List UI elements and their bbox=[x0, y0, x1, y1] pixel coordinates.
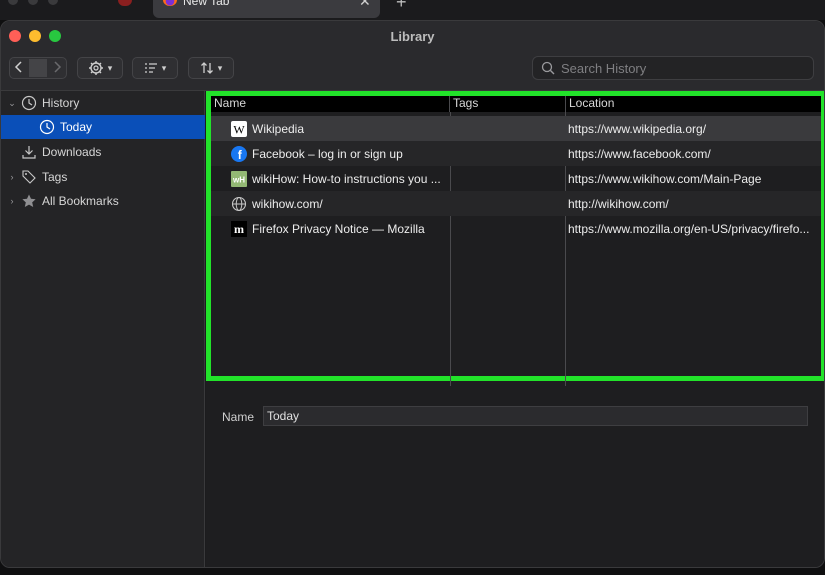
details-pane: Name bbox=[206, 406, 824, 436]
row-name: Wikipedia bbox=[252, 121, 305, 136]
row-name: Facebook – log in or sign up bbox=[252, 146, 403, 161]
clock-icon bbox=[39, 119, 55, 135]
sidebar-item-label: Downloads bbox=[42, 145, 102, 159]
table-row[interactable]: f Facebook – log in or sign up https://w… bbox=[211, 141, 821, 166]
titlebar: Library ▾ ▾ ▾ Search History bbox=[1, 21, 824, 91]
forward-button[interactable] bbox=[47, 60, 66, 76]
sidebar: ⌄ History Today Downloads › Tags › All B… bbox=[1, 91, 205, 567]
divider bbox=[28, 59, 48, 77]
svg-text:m: m bbox=[234, 222, 244, 236]
star-icon bbox=[21, 193, 37, 209]
row-location: https://www.wikihow.com/Main-Page bbox=[568, 171, 762, 186]
gear-icon bbox=[88, 61, 103, 75]
back-button[interactable] bbox=[10, 60, 29, 76]
row-location: http://wikihow.com/ bbox=[568, 196, 669, 211]
firefox-icon bbox=[163, 0, 177, 6]
chevron-down-icon: ▾ bbox=[161, 62, 167, 73]
disclosure-open-icon[interactable]: ⌄ bbox=[7, 98, 17, 109]
chevron-down-icon: ▾ bbox=[217, 62, 223, 73]
table-row[interactable]: W Wikipedia https://www.wikipedia.org/ bbox=[211, 116, 821, 141]
table-row[interactable]: wikihow.com/ http://wikihow.com/ bbox=[211, 191, 821, 216]
wikihow-favicon: wH bbox=[231, 170, 247, 187]
window-control-ghost bbox=[8, 0, 18, 5]
svg-text:W: W bbox=[233, 122, 245, 136]
sidebar-item-tags[interactable]: › Tags bbox=[1, 165, 205, 189]
column-header-location[interactable]: Location bbox=[566, 96, 821, 112]
import-backup-button[interactable]: ▾ bbox=[188, 57, 234, 79]
table-row[interactable]: m Firefox Privacy Notice — Mozilla https… bbox=[211, 216, 821, 241]
sidebar-item-downloads[interactable]: Downloads bbox=[1, 140, 205, 164]
organize-button[interactable]: ▾ bbox=[77, 57, 123, 79]
row-name: wikihow.com/ bbox=[252, 196, 323, 211]
name-field[interactable] bbox=[263, 406, 808, 426]
content-pane: Name Tags Location W Wikipedia https://w… bbox=[206, 91, 824, 567]
close-tab-icon[interactable]: ✕ bbox=[359, 0, 371, 10]
pinned-tab-icon[interactable] bbox=[118, 0, 132, 6]
sidebar-item-label: Today bbox=[60, 120, 93, 134]
row-location: https://www.facebook.com/ bbox=[568, 146, 711, 161]
tab-title: New Tab bbox=[183, 0, 230, 8]
search-history-field[interactable] bbox=[532, 56, 814, 80]
chevron-down-icon: ▾ bbox=[107, 62, 113, 73]
row-location: https://www.mozilla.org/en-US/privacy/fi… bbox=[568, 221, 810, 236]
list-icon bbox=[144, 63, 157, 73]
row-name: wikiHow: How-to instructions you ... bbox=[252, 171, 441, 186]
search-icon bbox=[541, 61, 555, 75]
views-button[interactable]: ▾ bbox=[132, 57, 178, 79]
chevron-left-icon bbox=[15, 61, 22, 73]
name-label: Name bbox=[222, 410, 255, 424]
sort-arrows-icon bbox=[200, 62, 213, 74]
facebook-favicon: f bbox=[231, 145, 247, 162]
sidebar-item-label: History bbox=[42, 96, 80, 110]
disclosure-closed-icon[interactable]: › bbox=[7, 172, 17, 182]
svg-text:wH: wH bbox=[232, 175, 245, 184]
window-control-ghost bbox=[28, 0, 38, 5]
globe-icon bbox=[231, 196, 247, 212]
sidebar-item-history[interactable]: ⌄ History bbox=[1, 91, 205, 115]
navigation-buttons bbox=[9, 57, 67, 79]
search-input[interactable] bbox=[561, 60, 801, 76]
table-row[interactable]: wH wikiHow: How-to instructions you ... … bbox=[211, 166, 821, 191]
download-icon bbox=[21, 144, 37, 160]
tags-icon bbox=[21, 169, 37, 185]
browser-tab-new-tab[interactable]: New Tab ✕ bbox=[153, 0, 380, 18]
sidebar-item-all-bookmarks[interactable]: › All Bookmarks bbox=[1, 189, 205, 213]
sidebar-item-today[interactable]: Today bbox=[1, 115, 205, 139]
wikipedia-favicon: W bbox=[231, 120, 247, 137]
mozilla-favicon: m bbox=[231, 220, 247, 237]
disclosure-closed-icon[interactable]: › bbox=[7, 196, 17, 206]
new-tab-button[interactable]: + bbox=[396, 0, 407, 13]
table-header: Name Tags Location bbox=[211, 96, 821, 112]
sidebar-item-label: Tags bbox=[42, 170, 68, 184]
sidebar-item-label: All Bookmarks bbox=[42, 194, 119, 208]
chevron-right-icon bbox=[54, 61, 61, 73]
window-control-ghost bbox=[48, 0, 58, 5]
history-table: Name Tags Location W Wikipedia https://w… bbox=[206, 91, 824, 386]
window-title: Library bbox=[390, 29, 435, 44]
clock-icon bbox=[21, 95, 37, 111]
row-name: Firefox Privacy Notice — Mozilla bbox=[252, 221, 425, 236]
library-window: Library ▾ ▾ ▾ Search History ⌄ History T… bbox=[0, 20, 825, 568]
column-header-tags[interactable]: Tags bbox=[450, 96, 566, 112]
row-location: https://www.wikipedia.org/ bbox=[568, 121, 707, 136]
browser-tab-strip: New Tab ✕ + bbox=[0, 0, 825, 20]
column-header-name[interactable]: Name bbox=[211, 96, 450, 112]
